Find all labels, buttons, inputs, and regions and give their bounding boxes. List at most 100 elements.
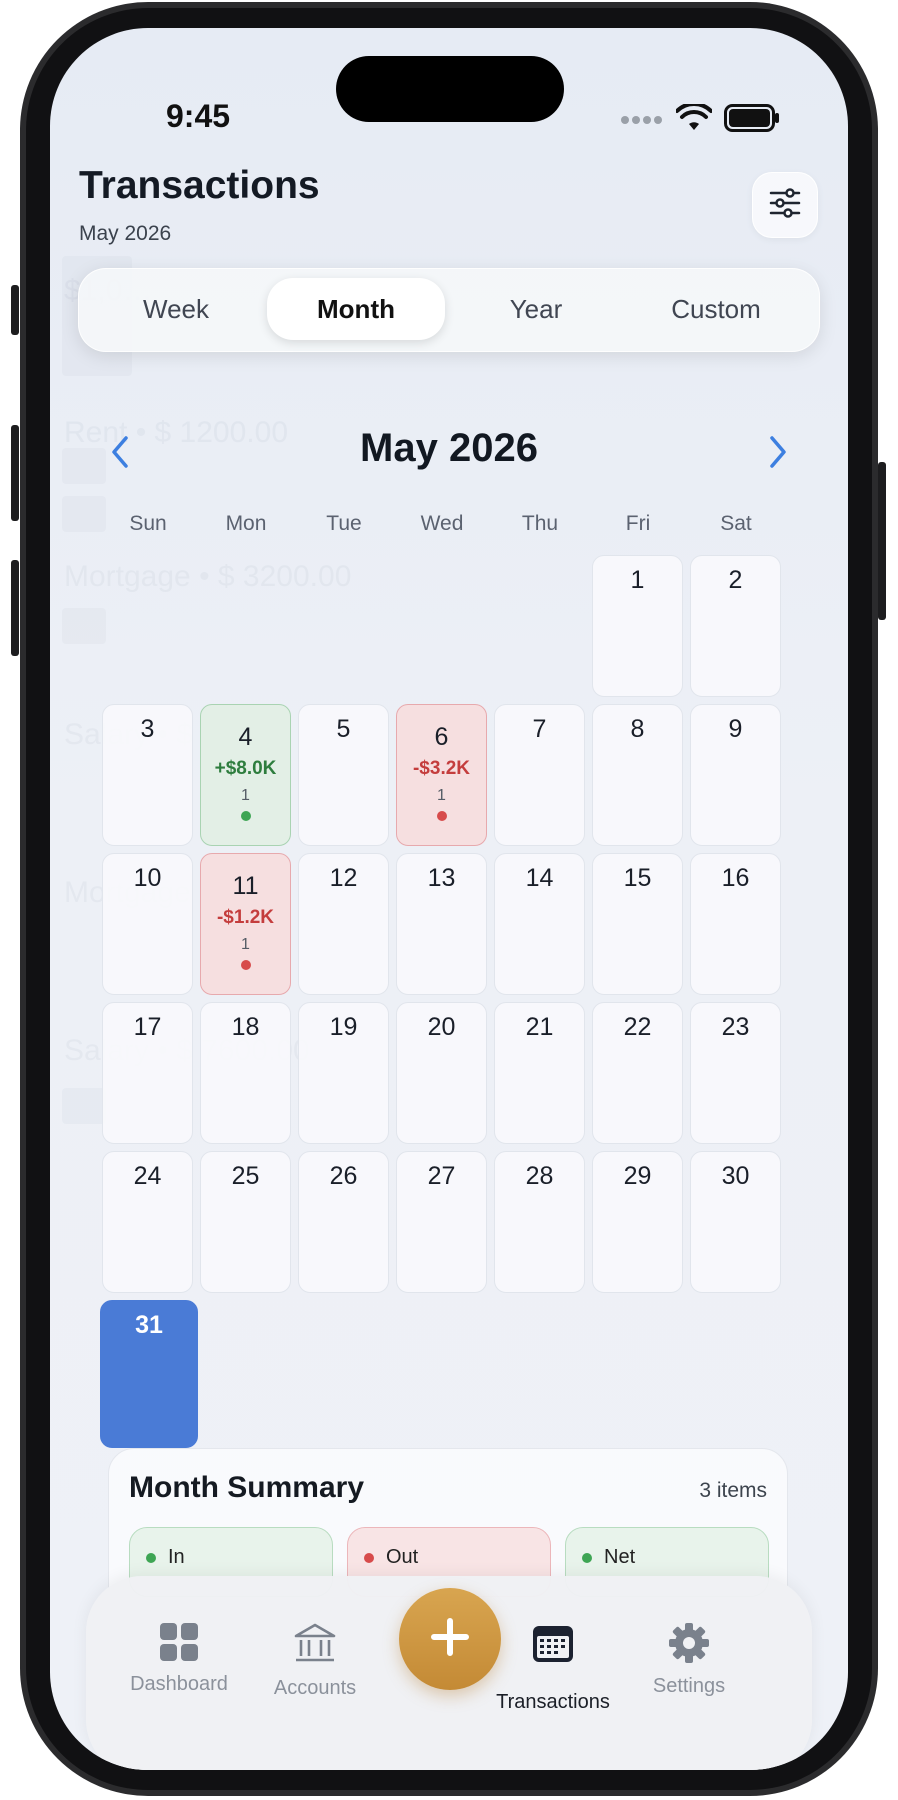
screen: $1,0… Rent • $ 1200.00 Mortgage • $ 3200… (50, 28, 848, 1770)
filter-button[interactable] (752, 172, 818, 238)
calendar-day-4[interactable]: 4 +$8.0K 1 (200, 704, 291, 846)
calendar-day-24[interactable]: 24 (102, 1151, 193, 1293)
day-number: 31 (135, 1311, 163, 1339)
day-number: 30 (721, 1162, 750, 1190)
status-indicators (620, 101, 780, 137)
day-number: 22 (623, 1013, 652, 1041)
day-number: 11 (232, 872, 259, 900)
calendar-day-23[interactable]: 23 (690, 1002, 781, 1144)
day-number: 16 (721, 864, 750, 892)
weekday-label: Sat (720, 512, 752, 535)
calendar-day-8[interactable]: 8 (592, 704, 683, 846)
weekday-label: Wed (420, 512, 464, 535)
calendar-day-26[interactable]: 26 (298, 1151, 389, 1293)
ghost-text: Mortgage • $ 3200.00 (64, 560, 352, 593)
page-subtitle: May 2026 (79, 222, 172, 245)
calendar-day-11[interactable]: 11 -$1.2K 1 (200, 853, 291, 995)
chip-label: Net (604, 1546, 636, 1568)
calendar-title: May 2026 (360, 426, 538, 470)
calendar-day-2[interactable]: 2 (690, 555, 781, 697)
tab-label: Transactions (496, 1691, 610, 1713)
calendar-day-9[interactable]: 9 (690, 704, 781, 846)
plus-icon (430, 1617, 470, 1662)
calendar-day-6[interactable]: 6 -$3.2K 1 (396, 704, 487, 846)
day-indicator-dot (240, 811, 251, 821)
tab-week[interactable]: Week (87, 278, 265, 340)
weekday-label: Mon (225, 512, 267, 535)
chip-dot (146, 1553, 156, 1563)
dynamic-island (336, 56, 564, 122)
add-transaction-button[interactable] (399, 1588, 501, 1690)
tab-settings[interactable]: Settings (614, 1622, 764, 1698)
summary-title: Month Summary (129, 1471, 365, 1504)
chip-label: In (168, 1546, 185, 1568)
day-indicator-dot (240, 960, 251, 970)
day-number: 10 (133, 864, 162, 892)
calendar-day-5[interactable]: 5 (298, 704, 389, 846)
calendar-day-17[interactable]: 17 (102, 1002, 193, 1144)
day-number: 12 (329, 864, 358, 892)
weekday-label: Tue (326, 512, 362, 535)
bank-icon (293, 1623, 337, 1670)
calendar-day-30[interactable]: 30 (690, 1151, 781, 1293)
calendar-day-22[interactable]: 22 (592, 1002, 683, 1144)
next-month-button[interactable] (764, 432, 792, 472)
calendar-day-16[interactable]: 16 (690, 853, 781, 995)
tab-label: Accounts (273, 1677, 357, 1699)
day-number: 28 (525, 1162, 554, 1190)
day-indicator-dot (436, 811, 447, 821)
battery-icon (724, 104, 780, 137)
day-number: 9 (728, 715, 743, 743)
day-number: 20 (427, 1013, 456, 1041)
tab-custom[interactable]: Custom (627, 278, 805, 340)
calendar-day-28[interactable]: 28 (494, 1151, 585, 1293)
tab-dashboard[interactable]: Dashboard (104, 1622, 254, 1696)
calendar-day-10[interactable]: 10 (102, 853, 193, 995)
day-number: 14 (525, 864, 554, 892)
chip-dot (582, 1553, 592, 1563)
day-transaction-count: 1 (241, 936, 250, 953)
day-number: 15 (623, 864, 652, 892)
calendar-day-12[interactable]: 12 (298, 853, 389, 995)
wifi-icon (675, 101, 713, 137)
calendar-icon (531, 1626, 575, 1668)
calendar-day-15[interactable]: 15 (592, 853, 683, 995)
calendar-day-3[interactable]: 3 (102, 704, 193, 846)
day-number: 25 (231, 1162, 260, 1190)
ghost-block (62, 608, 106, 644)
tab-label: Dashboard (130, 1673, 228, 1695)
day-number: 3 (140, 715, 155, 743)
signal-dots-icon (620, 112, 664, 130)
chevron-right-icon (764, 436, 792, 476)
tab-accounts[interactable]: Accounts (240, 1622, 390, 1700)
day-number: 17 (133, 1013, 162, 1041)
grid-icon (159, 1623, 199, 1666)
calendar-day-18[interactable]: 18 (200, 1002, 291, 1144)
calendar-day-7[interactable]: 7 (494, 704, 585, 846)
calendar-day-31[interactable]: 31 (100, 1300, 198, 1448)
day-transaction-count: 1 (241, 787, 250, 804)
day-transaction-count: 1 (437, 787, 446, 804)
weekday-label: Sun (129, 512, 167, 535)
day-number: 4 (238, 723, 253, 751)
tab-year[interactable]: Year (447, 278, 625, 340)
summary-count: 3 items (699, 1479, 767, 1502)
sliders-icon (769, 187, 801, 223)
calendar-day-25[interactable]: 25 (200, 1151, 291, 1293)
calendar-day-20[interactable]: 20 (396, 1002, 487, 1144)
day-number: 7 (532, 715, 547, 743)
calendar-day-29[interactable]: 29 (592, 1151, 683, 1293)
weekday-label: Fri (625, 512, 651, 535)
tab-month[interactable]: Month (267, 278, 445, 340)
day-number: 21 (525, 1013, 554, 1041)
calendar-day-21[interactable]: 21 (494, 1002, 585, 1144)
calendar-day-27[interactable]: 27 (396, 1151, 487, 1293)
calendar-day-19[interactable]: 19 (298, 1002, 389, 1144)
day-number: 29 (623, 1162, 652, 1190)
day-amount: -$1.2K (216, 907, 275, 928)
calendar-day-1[interactable]: 1 (592, 555, 683, 697)
calendar-day-14[interactable]: 14 (494, 853, 585, 995)
day-number: 27 (427, 1162, 456, 1190)
silent-switch (11, 285, 19, 335)
calendar-day-13[interactable]: 13 (396, 853, 487, 995)
